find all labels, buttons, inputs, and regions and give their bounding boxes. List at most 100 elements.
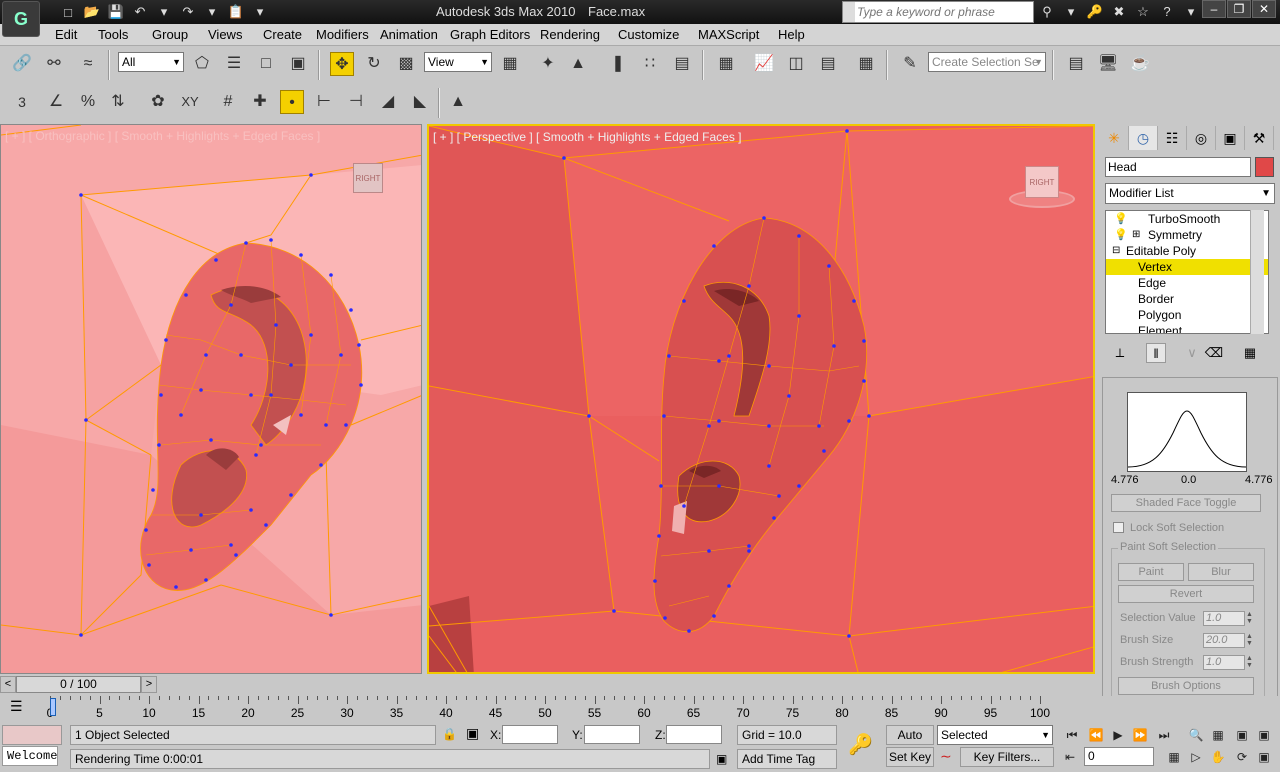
revert-button[interactable]: Revert bbox=[1118, 585, 1254, 603]
remove-modifier-icon[interactable]: ⌫ bbox=[1204, 343, 1224, 363]
selection-lock-icon[interactable]: 🔒 bbox=[442, 727, 457, 741]
menu-modifiers[interactable]: Modifiers bbox=[316, 27, 369, 42]
viewport-label[interactable]: [ + ] [ Orthographic ] [ Smooth + Highli… bbox=[5, 129, 320, 143]
brush-size-field[interactable]: 20.0 bbox=[1203, 633, 1245, 648]
pin-stack-icon[interactable]: ⟂ bbox=[1110, 343, 1130, 363]
menu-help[interactable]: Help bbox=[778, 27, 805, 42]
schematic-view-icon[interactable]: ◫ bbox=[784, 52, 808, 76]
select-and-move-icon[interactable]: ✥ bbox=[330, 52, 354, 76]
render-production-teapot-icon[interactable]: ☕ bbox=[1128, 52, 1152, 76]
spinner-snap-icon[interactable]: ⇅ bbox=[106, 90, 130, 114]
absolute-mode-icon[interactable]: ▣ bbox=[466, 725, 479, 742]
mirror-icon[interactable]: ❚ bbox=[606, 52, 630, 76]
select-object-icon[interactable]: ⬠ bbox=[190, 52, 214, 76]
stack-item-vertex[interactable]: Vertex bbox=[1106, 259, 1268, 275]
bind-to-space-warp-icon[interactable]: ≈ bbox=[76, 52, 100, 76]
zoom-extents-icon[interactable]: ▣ bbox=[1232, 725, 1252, 745]
modifier-list-dropdown[interactable]: Modifier List ▼ bbox=[1105, 183, 1275, 204]
menu-group[interactable]: Group bbox=[152, 27, 188, 42]
select-and-rotate-icon[interactable]: ↻ bbox=[362, 52, 386, 76]
unlink-selection-icon[interactable]: ⚯ bbox=[42, 52, 66, 76]
stack-scrollbar[interactable] bbox=[1250, 210, 1264, 334]
key-filters-button[interactable]: Key Filters... bbox=[960, 747, 1054, 767]
viewcube-perspective[interactable]: RIGHT bbox=[1009, 162, 1075, 212]
paint-button[interactable]: Paint bbox=[1118, 563, 1184, 581]
blur-button[interactable]: Blur bbox=[1188, 563, 1254, 581]
menu-create[interactable]: Create bbox=[263, 27, 302, 42]
set-key-button[interactable]: Set Key bbox=[886, 747, 934, 767]
current-time-marker[interactable] bbox=[50, 698, 56, 716]
spinner-arrows-icon[interactable]: ▲ ▼ bbox=[1246, 611, 1255, 625]
rectangular-selection-icon[interactable]: □ bbox=[254, 52, 278, 76]
qa-customize-icon[interactable]: ▾ bbox=[250, 2, 270, 22]
expand-plus-icon[interactable]: ⊞ bbox=[1132, 227, 1140, 243]
maxscript-mini-listener-pink[interactable] bbox=[2, 725, 62, 745]
maximize-icon[interactable]: ❐ bbox=[1227, 0, 1251, 18]
help-icon[interactable]: ? bbox=[1156, 2, 1178, 22]
menu-maxscript[interactable]: MAXScript bbox=[698, 27, 759, 42]
hierarchy-tab-icon[interactable]: ☷ bbox=[1158, 126, 1187, 150]
viewcube-ortho[interactable]: RIGHT bbox=[353, 163, 383, 193]
angle-snap-icon[interactable]: ∠ bbox=[44, 90, 68, 114]
zoom-extents-all-icon[interactable]: ▣ bbox=[1254, 725, 1274, 745]
search-options-icon[interactable]: ▾ bbox=[1060, 2, 1082, 22]
configure-modifier-sets-icon[interactable]: ▦ bbox=[1240, 343, 1260, 363]
utilities-tab-icon[interactable]: ⚒ bbox=[1245, 126, 1274, 150]
snap-face-icon[interactable]: ◣ bbox=[408, 90, 432, 114]
display-tab-icon[interactable]: ▣ bbox=[1216, 126, 1245, 150]
previous-key-icon[interactable]: ⏪ bbox=[1086, 725, 1106, 745]
modify-tab-icon[interactable]: ◷ bbox=[1129, 126, 1158, 150]
select-and-scale-icon[interactable]: ▩ bbox=[394, 52, 418, 76]
go-to-end-icon[interactable]: ⏭ bbox=[1154, 725, 1174, 745]
named-selection-sets-dropdown[interactable]: Create Selection Se ▼ bbox=[928, 52, 1046, 72]
x-coord-input[interactable] bbox=[502, 725, 558, 744]
graphite-ribbon-icon[interactable]: ▦ bbox=[714, 52, 738, 76]
viewport-orthographic[interactable]: [ + ] [ Orthographic ] [ Smooth + Highli… bbox=[0, 124, 422, 674]
create-tab-icon[interactable]: ✳ bbox=[1100, 126, 1129, 150]
material-editor-icon[interactable]: ▤ bbox=[816, 52, 840, 76]
track-ruler[interactable]: 0510152025303540455055606570758085909510… bbox=[47, 696, 1050, 720]
spinner-arrows-icon[interactable]: ▲ ▼ bbox=[1246, 655, 1255, 669]
redo-dropdown-icon[interactable]: ▾ bbox=[202, 2, 222, 22]
percent-snap-icon[interactable]: % bbox=[76, 90, 100, 114]
menu-edit[interactable]: Edit bbox=[55, 27, 77, 42]
snap-vertex-icon[interactable]: ✿ bbox=[146, 90, 170, 114]
curve-editor-icon[interactable]: 📈 bbox=[752, 52, 776, 76]
search-collapse-icon[interactable]: ▶ bbox=[843, 2, 855, 22]
zoom-icon[interactable]: 🔍 bbox=[1186, 725, 1206, 745]
rendered-frame-window-icon[interactable]: 🖥 bbox=[1096, 52, 1120, 76]
go-to-start-icon[interactable]: ⏮ bbox=[1062, 725, 1082, 745]
menu-tools[interactable]: Tools bbox=[98, 27, 128, 42]
open-file-icon[interactable]: 📂 bbox=[82, 2, 102, 22]
shaded-face-toggle-button[interactable]: Shaded Face Toggle bbox=[1111, 494, 1261, 512]
redo-icon[interactable]: ↷ bbox=[178, 2, 198, 22]
default-tangent-icon[interactable]: ∼ bbox=[940, 748, 952, 765]
align-icon[interactable]: ∷ bbox=[638, 52, 662, 76]
light-bulb-icon[interactable]: 💡 bbox=[1114, 227, 1128, 243]
help-dropdown-icon[interactable]: ▾ bbox=[1180, 2, 1202, 22]
app-menu-button[interactable]: G bbox=[2, 1, 40, 37]
light-bulb-icon[interactable]: 💡 bbox=[1114, 211, 1128, 227]
window-crossing-icon[interactable]: ▣ bbox=[286, 52, 310, 76]
brush-options-button[interactable]: Brush Options bbox=[1118, 677, 1254, 695]
z-coord-input[interactable] bbox=[666, 725, 722, 744]
time-tag-icon[interactable]: ▣ bbox=[716, 752, 727, 766]
save-file-icon[interactable]: 💾 bbox=[106, 2, 126, 22]
snaps-toggle-icon[interactable]: 3 bbox=[10, 90, 34, 114]
menu-customize[interactable]: Customize bbox=[618, 27, 679, 42]
stack-item-symmetry[interactable]: 💡 ⊞ Symmetry bbox=[1106, 227, 1268, 243]
menu-rendering[interactable]: Rendering bbox=[540, 27, 600, 42]
pan-view-icon[interactable]: ✋ bbox=[1208, 747, 1228, 767]
add-time-tag-field[interactable]: Add Time Tag bbox=[737, 749, 837, 769]
make-unique-icon[interactable]: ∨ bbox=[1182, 343, 1202, 363]
y-coord-input[interactable] bbox=[584, 725, 640, 744]
stack-item-turbosmooth[interactable]: 💡 TurboSmooth bbox=[1106, 211, 1268, 227]
next-frame-arrow-icon[interactable]: > bbox=[141, 676, 157, 693]
field-of-view-icon[interactable]: ▷ bbox=[1186, 747, 1206, 767]
communication-center-icon[interactable]: ✖ bbox=[1108, 2, 1130, 22]
select-by-name-icon[interactable]: ☰ bbox=[222, 52, 246, 76]
key-mode-dropdown[interactable]: Selected ▼ bbox=[937, 725, 1053, 745]
stack-item-element[interactable]: Element bbox=[1106, 323, 1268, 333]
selection-filter-dropdown[interactable]: All ▼ bbox=[118, 52, 184, 72]
orbit-icon[interactable]: ⟳ bbox=[1232, 747, 1252, 767]
